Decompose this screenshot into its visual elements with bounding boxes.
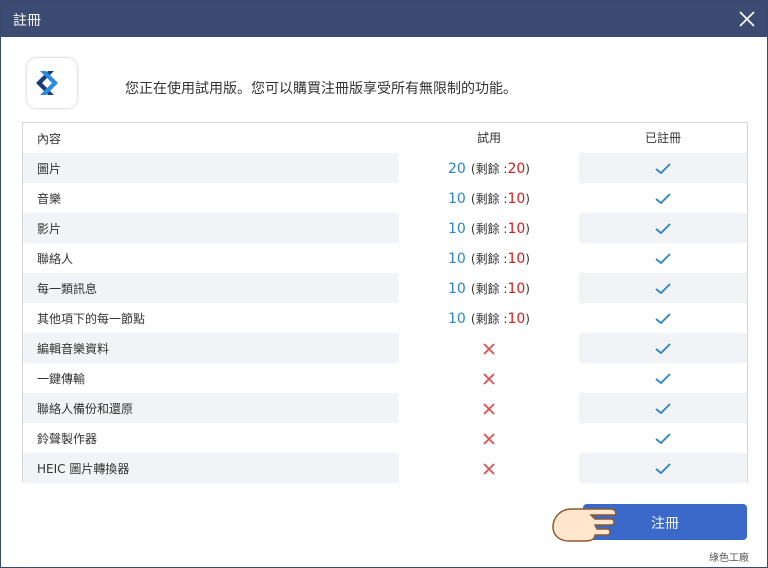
trial-close: ) xyxy=(525,192,530,206)
table-header-row: 內容 試用 已註冊 xyxy=(23,123,747,153)
trial-cell xyxy=(399,423,579,453)
trial-value: 20 xyxy=(448,161,466,177)
registered-cell xyxy=(579,423,747,453)
registered-cell xyxy=(579,273,747,303)
cross-icon xyxy=(482,428,496,447)
feature-name: 音樂 xyxy=(37,192,62,206)
trial-cell: 10 (剩餘 :10) xyxy=(399,303,579,333)
trial-remaining: 10 xyxy=(507,191,526,207)
feature-name: 其他項下的每一節點 xyxy=(37,312,146,326)
table-row: 音樂 10 (剩餘 :10) xyxy=(23,183,747,213)
table-row: HEIC 圖片轉換器 xyxy=(23,453,747,483)
feature-name: 影片 xyxy=(37,222,62,236)
trial-remaining-label: (剩餘 : xyxy=(470,192,508,206)
check-icon xyxy=(655,278,671,297)
check-icon xyxy=(655,218,671,237)
trial-close: ) xyxy=(525,162,530,176)
check-icon xyxy=(655,398,671,417)
feature-name: 聯絡人備份和還原 xyxy=(37,402,134,416)
trial-close: ) xyxy=(525,252,530,266)
feature-name: HEIC 圖片轉換器 xyxy=(37,462,130,476)
trial-remaining-label: (剩餘 : xyxy=(470,252,508,266)
trial-cell: 10 (剩餘 :10) xyxy=(399,183,579,213)
trial-close: ) xyxy=(525,222,530,236)
trial-cell xyxy=(399,363,579,393)
table-row: 圖片 20 (剩餘 :20) xyxy=(23,153,747,183)
feature-name: 編輯音樂資料 xyxy=(37,342,110,356)
table-row: 影片 10 (剩餘 :10) xyxy=(23,213,747,243)
table-row: 聯絡人備份和還原 xyxy=(23,393,747,423)
trial-cell: 10 (剩餘 :10) xyxy=(399,213,579,243)
registered-cell xyxy=(579,153,747,183)
check-icon xyxy=(655,158,671,177)
cross-icon xyxy=(482,458,496,477)
feature-name: 聯絡人 xyxy=(37,252,74,266)
title-bar: 註冊 xyxy=(1,1,767,37)
trial-remaining-label: (剩餘 : xyxy=(470,162,508,176)
check-icon xyxy=(655,368,671,387)
table-row: 編輯音樂資料 xyxy=(23,333,747,363)
trial-remaining: 10 xyxy=(507,281,526,297)
trial-cell xyxy=(399,393,579,423)
registered-cell xyxy=(579,453,747,483)
hand-pointer-icon xyxy=(551,499,631,547)
trial-value: 10 xyxy=(448,221,466,237)
feature-name: 鈴聲製作器 xyxy=(37,432,98,446)
registered-cell xyxy=(579,363,747,393)
table-row: 一鍵傳輸 xyxy=(23,363,747,393)
registered-cell xyxy=(579,333,747,363)
register-dialog: 註冊 您正在使用試用版。您可以購買注冊版享受所有無限制的功能。 內容 試用 已註… xyxy=(0,0,768,568)
header-trial: 試用 xyxy=(476,131,501,145)
check-icon xyxy=(655,248,671,267)
registered-cell xyxy=(579,243,747,273)
trial-close: ) xyxy=(525,282,530,296)
feature-name: 圖片 xyxy=(37,162,62,176)
table-row: 每一類訊息 10 (剩餘 :10) xyxy=(23,273,747,303)
trial-cell xyxy=(399,333,579,363)
check-icon xyxy=(655,338,671,357)
trial-value: 10 xyxy=(448,191,466,207)
app-logo-icon xyxy=(27,58,77,108)
trial-remaining: 20 xyxy=(507,161,526,177)
trial-value: 10 xyxy=(448,311,466,327)
trial-cell: 10 (剩餘 :10) xyxy=(399,243,579,273)
feature-name: 每一類訊息 xyxy=(37,282,98,296)
table-row: 鈴聲製作器 xyxy=(23,423,747,453)
trial-remaining: 10 xyxy=(507,251,526,267)
trial-remaining: 10 xyxy=(507,221,526,237)
window-title: 註冊 xyxy=(13,13,41,29)
table-row: 聯絡人 10 (剩餘 :10) xyxy=(23,243,747,273)
registered-cell xyxy=(579,303,747,333)
trial-remaining: 10 xyxy=(507,311,526,327)
check-icon xyxy=(655,308,671,327)
intro-text: 您正在使用試用版。您可以購買注冊版享受所有無限制的功能。 xyxy=(125,81,517,97)
header-content: 內容 xyxy=(37,132,62,146)
registered-cell xyxy=(579,213,747,243)
registered-cell xyxy=(579,183,747,213)
table-row: 其他項下的每一節點 10 (剩餘 :10) xyxy=(23,303,747,333)
trial-close: ) xyxy=(525,312,530,326)
watermark: 綠色工廠 xyxy=(709,553,749,564)
trial-remaining-label: (剩餘 : xyxy=(470,312,508,326)
trial-cell: 10 (剩餘 :10) xyxy=(399,273,579,303)
header-registered: 已註冊 xyxy=(644,131,681,145)
cross-icon xyxy=(482,398,496,417)
check-icon xyxy=(655,188,671,207)
features-table: 內容 試用 已註冊 圖片 20 (剩餘 :20) 音樂 10 (剩餘 :10) 影片 10… xyxy=(22,122,748,483)
trial-cell: 20 (剩餘 :20) xyxy=(399,153,579,183)
cross-icon xyxy=(482,338,496,357)
registered-cell xyxy=(579,393,747,423)
trial-cell xyxy=(399,453,579,483)
feature-name: 一鍵傳輸 xyxy=(37,372,86,386)
check-icon xyxy=(655,428,671,447)
trial-remaining-label: (剩餘 : xyxy=(470,282,508,296)
trial-remaining-label: (剩餘 : xyxy=(470,222,508,236)
trial-value: 10 xyxy=(448,281,466,297)
trial-value: 10 xyxy=(448,251,466,267)
close-icon[interactable] xyxy=(735,7,759,31)
cross-icon xyxy=(482,368,496,387)
check-icon xyxy=(655,458,671,477)
